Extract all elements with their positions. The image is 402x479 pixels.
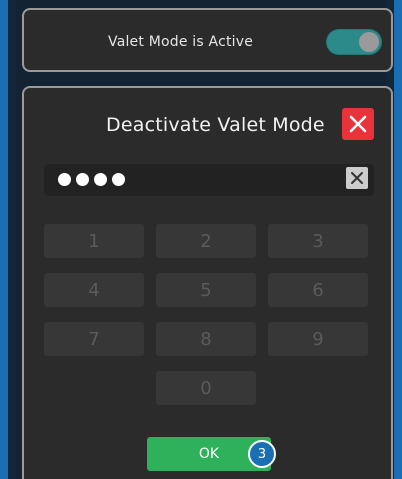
key-9[interactable]: 9	[268, 322, 368, 356]
valet-status-card: Valet Mode is Active	[22, 8, 393, 72]
key-6[interactable]: 6	[268, 273, 368, 307]
key-3[interactable]: 3	[268, 224, 368, 258]
key-4[interactable]: 4	[44, 273, 144, 307]
pin-dot	[76, 173, 89, 186]
keypad: 1 2 3 4 5 6 7 8 9 0	[44, 224, 374, 424]
close-button[interactable]	[342, 108, 374, 140]
dialog-title: Deactivate Valet Mode	[106, 114, 325, 136]
pin-dot	[58, 173, 71, 186]
deactivate-dialog: Deactivate Valet Mode 1 2 3 4 5 6 7 8 9 …	[22, 86, 393, 479]
key-8[interactable]: 8	[156, 322, 256, 356]
key-7[interactable]: 7	[44, 322, 144, 356]
key-5[interactable]: 5	[156, 273, 256, 307]
clear-icon	[351, 172, 363, 184]
pin-dot	[94, 173, 107, 186]
close-icon	[349, 115, 367, 133]
key-1[interactable]: 1	[44, 224, 144, 258]
toggle-knob	[359, 32, 379, 52]
valet-status-label: Valet Mode is Active	[108, 34, 254, 50]
key-2[interactable]: 2	[156, 224, 256, 258]
step-badge: 3	[248, 440, 276, 468]
pin-dot	[112, 173, 125, 186]
clear-pin-button[interactable]	[346, 167, 368, 189]
key-0[interactable]: 0	[156, 371, 256, 405]
pin-input[interactable]	[44, 164, 374, 196]
valet-toggle[interactable]	[326, 29, 382, 55]
pin-dots	[58, 170, 125, 186]
ok-label: OK	[198, 446, 220, 462]
